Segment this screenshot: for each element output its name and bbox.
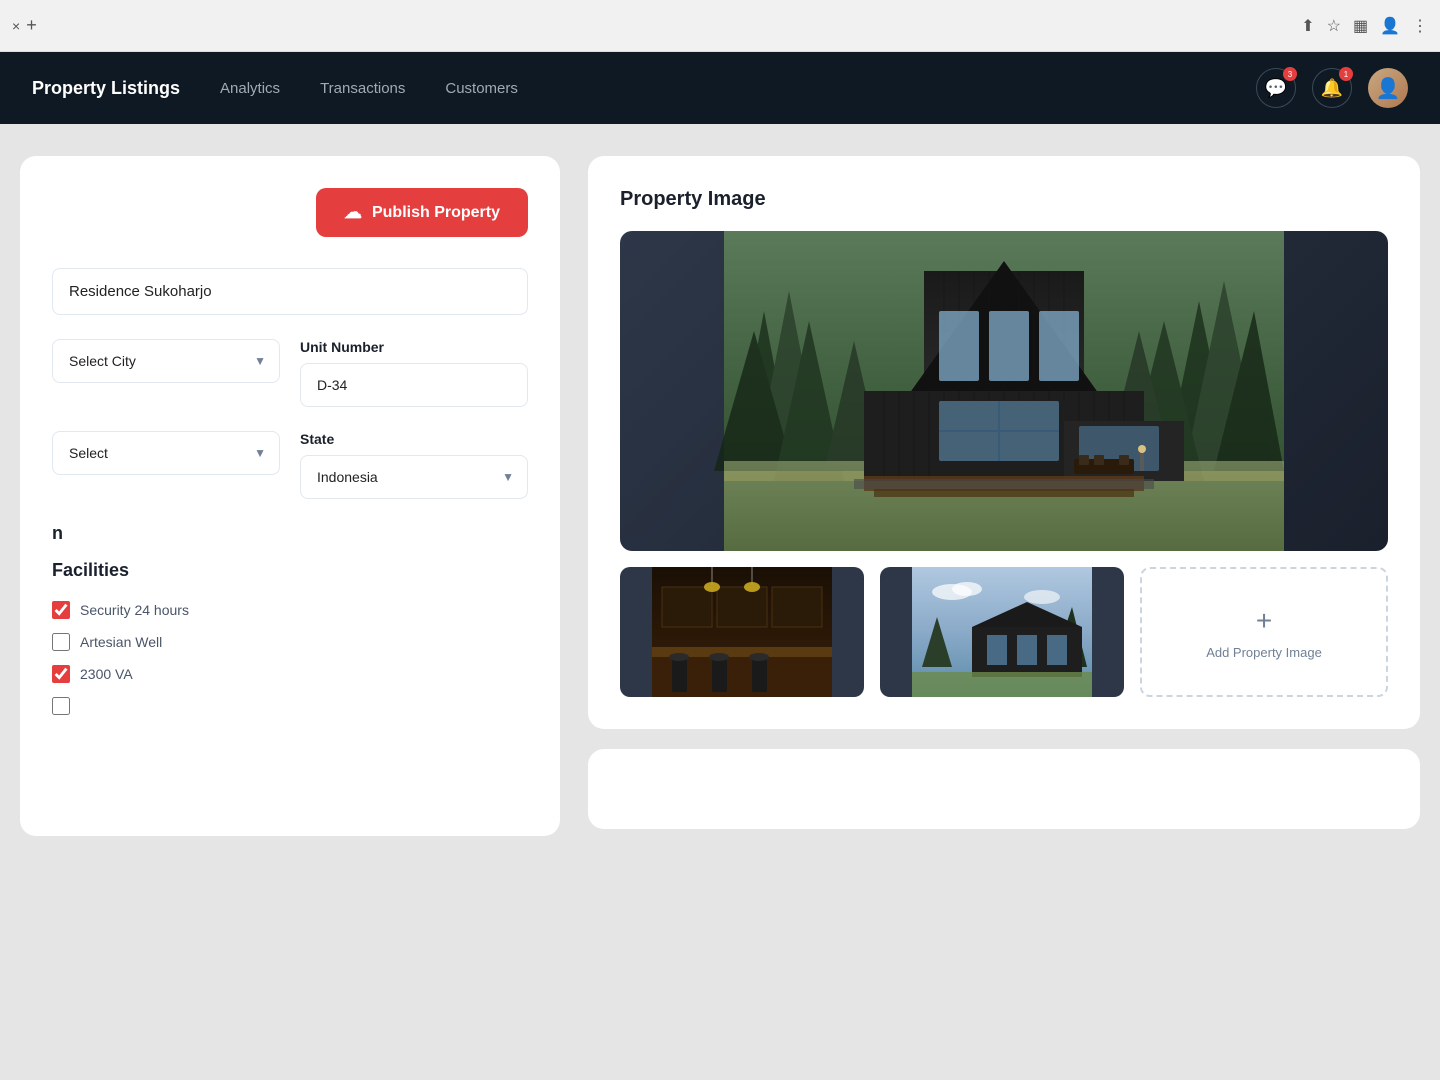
facility-artesian-checkbox[interactable] bbox=[52, 633, 70, 651]
nav-link-transactions[interactable]: Transactions bbox=[320, 80, 405, 97]
share-icon[interactable]: ⬆ bbox=[1301, 16, 1314, 36]
facilities-section: Facilities Security 24 hours Artesian We… bbox=[52, 560, 528, 715]
form-row-state: Select ▼ State Indonesia Malaysia Singap… bbox=[52, 431, 528, 499]
state-label: State bbox=[300, 431, 528, 447]
publish-icon: ☁ bbox=[344, 202, 362, 223]
unit-number-label: Unit Number bbox=[300, 339, 528, 355]
nav-brand[interactable]: Property Listings bbox=[32, 78, 180, 99]
avatar-face: 👤 bbox=[1376, 76, 1401, 101]
main-property-image bbox=[620, 231, 1388, 551]
property-image-card: Property Image bbox=[588, 156, 1420, 729]
city-select[interactable]: Select City bbox=[52, 339, 280, 383]
extra-select[interactable]: Select bbox=[52, 431, 280, 475]
extra-group: Select ▼ bbox=[52, 431, 280, 499]
message-icon: 💬 bbox=[1265, 78, 1287, 99]
nav-actions: 💬 3 🔔 1 👤 bbox=[1256, 68, 1408, 108]
messages-button[interactable]: 💬 3 bbox=[1256, 68, 1296, 108]
notification-badge: 1 bbox=[1339, 67, 1353, 81]
notifications-button[interactable]: 🔔 1 bbox=[1312, 68, 1352, 108]
checkbox-list: Security 24 hours Artesian Well 2300 VA bbox=[52, 601, 528, 715]
sidebar-icon[interactable]: ▦ bbox=[1353, 16, 1368, 36]
top-nav: Property Listings Analytics Transactions… bbox=[0, 52, 1440, 124]
facility-artesian[interactable]: Artesian Well bbox=[52, 633, 528, 651]
star-icon[interactable]: ☆ bbox=[1327, 16, 1341, 36]
menu-icon[interactable]: ⋮ bbox=[1412, 16, 1428, 36]
add-image-label: Add Property Image bbox=[1206, 645, 1322, 660]
facility-2300va-checkbox[interactable] bbox=[52, 665, 70, 683]
property-image-title: Property Image bbox=[620, 188, 1388, 211]
bell-icon: 🔔 bbox=[1321, 78, 1343, 99]
facility-2300va-label: 2300 VA bbox=[80, 666, 133, 682]
main-content: ☁ Publish Property Select City ▼ Unit bbox=[0, 124, 1440, 868]
description-label: n bbox=[52, 523, 528, 544]
user-avatar[interactable]: 👤 bbox=[1368, 68, 1408, 108]
nav-link-customers[interactable]: Customers bbox=[445, 80, 518, 97]
facility-security[interactable]: Security 24 hours bbox=[52, 601, 528, 619]
add-image-plus-icon: + bbox=[1256, 605, 1272, 637]
city-group: Select City ▼ bbox=[52, 339, 280, 407]
facility-pool[interactable] bbox=[52, 697, 528, 715]
tab-add[interactable]: + bbox=[26, 15, 37, 36]
bottom-card bbox=[588, 749, 1420, 829]
message-badge: 3 bbox=[1283, 67, 1297, 81]
add-property-image-button[interactable]: + Add Property Image bbox=[1140, 567, 1388, 697]
thumbnail-row: + Add Property Image bbox=[620, 567, 1388, 697]
thumbnail-kitchen[interactable] bbox=[620, 567, 864, 697]
facility-pool-checkbox[interactable] bbox=[52, 697, 70, 715]
thumbnail-exterior[interactable] bbox=[880, 567, 1124, 697]
unit-number-input[interactable] bbox=[300, 363, 528, 407]
publish-label: Publish Property bbox=[372, 204, 500, 222]
property-name-input[interactable] bbox=[52, 268, 528, 315]
form-row-unit-state: Select City ▼ Unit Number bbox=[52, 339, 528, 407]
left-panel: ☁ Publish Property Select City ▼ Unit bbox=[20, 156, 560, 836]
state-group: State Indonesia Malaysia Singapore Thail… bbox=[300, 431, 528, 499]
nav-link-analytics[interactable]: Analytics bbox=[220, 80, 280, 97]
facility-security-checkbox[interactable] bbox=[52, 601, 70, 619]
publish-button[interactable]: ☁ Publish Property bbox=[316, 188, 528, 237]
tab-bar: × + bbox=[12, 15, 1293, 36]
account-icon[interactable]: 👤 bbox=[1380, 16, 1400, 36]
tab-close[interactable]: × bbox=[12, 18, 20, 34]
state-select-wrapper: Indonesia Malaysia Singapore Thailand ▼ bbox=[300, 455, 528, 499]
extra-select-wrapper: Select ▼ bbox=[52, 431, 280, 475]
facility-2300va[interactable]: 2300 VA bbox=[52, 665, 528, 683]
city-select-wrapper: Select City ▼ bbox=[52, 339, 280, 383]
state-select[interactable]: Indonesia Malaysia Singapore Thailand bbox=[300, 455, 528, 499]
facility-artesian-label: Artesian Well bbox=[80, 634, 162, 650]
right-panel: Property Image bbox=[588, 156, 1420, 836]
facilities-title: Facilities bbox=[52, 560, 528, 581]
facility-security-label: Security 24 hours bbox=[80, 602, 189, 618]
nav-links: Analytics Transactions Customers bbox=[220, 80, 1256, 97]
form-section: Select City ▼ Unit Number Select bbox=[52, 268, 528, 715]
browser-controls: ⬆ ☆ ▦ 👤 ⋮ bbox=[1301, 16, 1428, 36]
unit-number-group: Unit Number bbox=[300, 339, 528, 407]
browser-chrome: × + ⬆ ☆ ▦ 👤 ⋮ bbox=[0, 0, 1440, 52]
